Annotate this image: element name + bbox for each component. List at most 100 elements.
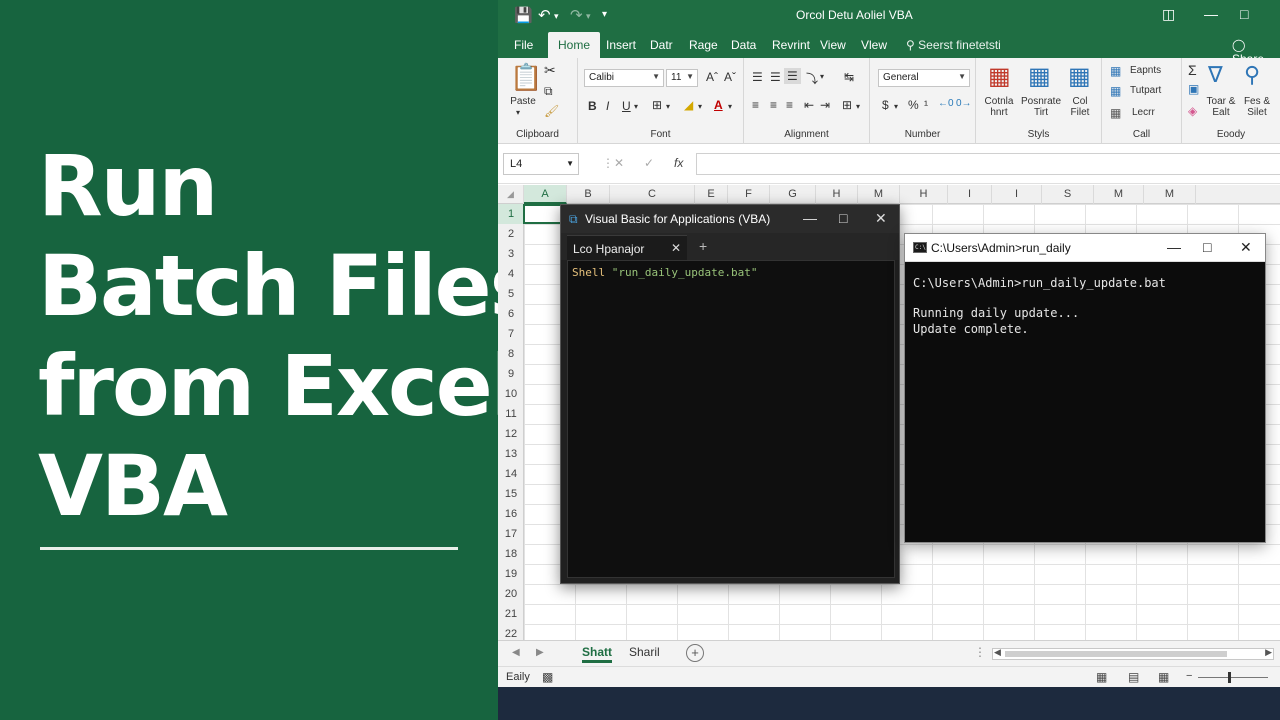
- italic-button[interactable]: I: [606, 99, 609, 113]
- find-select-icon[interactable]: ⚲: [1244, 62, 1260, 88]
- number-format-select[interactable]: General ▼: [878, 69, 970, 87]
- row-header[interactable]: 21: [498, 604, 524, 624]
- tab-view[interactable]: View: [820, 38, 846, 52]
- normal-view-icon[interactable]: ▦: [1096, 670, 1107, 684]
- column-header[interactable]: H: [816, 185, 858, 204]
- comma-icon[interactable]: ¹: [924, 98, 928, 112]
- column-header[interactable]: F: [728, 185, 770, 204]
- tab-data[interactable]: Data: [731, 38, 756, 52]
- paste-icon[interactable]: 📋: [510, 62, 542, 93]
- add-sheet-icon[interactable]: +: [686, 644, 704, 662]
- paste-dropdown-icon[interactable]: ▾: [516, 108, 520, 117]
- autosum-icon[interactable]: Σ: [1188, 62, 1197, 78]
- align-right-icon[interactable]: ≡: [786, 98, 793, 112]
- font-color-dropdown-icon[interactable]: ▾: [728, 102, 732, 111]
- cancel-icon[interactable]: ✕: [614, 156, 624, 170]
- format-as-table-button[interactable]: Posnrate Tirt: [1020, 96, 1062, 118]
- prev-sheet-icon[interactable]: ◀: [512, 647, 520, 658]
- sheet-tab[interactable]: Sharil: [629, 645, 660, 659]
- format-cells-icon[interactable]: ▦: [1110, 106, 1121, 120]
- column-header[interactable]: M: [858, 185, 900, 204]
- cell-styles-icon[interactable]: ▦: [1068, 62, 1091, 91]
- column-header[interactable]: G: [770, 185, 816, 204]
- page-break-view-icon[interactable]: ▦: [1158, 670, 1169, 684]
- save-icon[interactable]: 💾: [514, 6, 533, 24]
- row-header[interactable]: 7: [498, 324, 524, 344]
- column-header[interactable]: S: [1042, 185, 1094, 204]
- tab-review[interactable]: Revrint: [772, 38, 810, 52]
- search-box[interactable]: ⚲ Seerst finetetsti: [906, 38, 1001, 52]
- row-header[interactable]: 4: [498, 264, 524, 284]
- zoom-out-icon[interactable]: −: [1186, 670, 1192, 682]
- insert-cells-button[interactable]: Eapnts: [1130, 65, 1161, 76]
- vba-tab[interactable]: Lco Hpanajor ✕: [567, 235, 687, 260]
- merge-dropdown-icon[interactable]: ▾: [856, 102, 860, 111]
- font-size-select[interactable]: 11 ▼: [666, 69, 698, 87]
- horizontal-scrollbar[interactable]: ◀ ▶: [992, 647, 1274, 660]
- borders-icon[interactable]: ⊞: [652, 98, 662, 112]
- row-header[interactable]: 2: [498, 224, 524, 244]
- row-header[interactable]: 12: [498, 424, 524, 444]
- tab-page-layout[interactable]: Rage: [689, 38, 718, 52]
- next-sheet-icon[interactable]: ▶: [536, 647, 544, 658]
- row-header[interactable]: 6: [498, 304, 524, 324]
- maximize-icon[interactable]: □: [839, 210, 847, 226]
- vba-code-editor[interactable]: Shell "run_daily_update.bat": [567, 260, 895, 578]
- sort-filter-button[interactable]: Toar & Ealt: [1204, 96, 1238, 118]
- redo-dropdown-icon[interactable]: ▾: [586, 11, 591, 22]
- zoom-slider-knob[interactable]: [1228, 672, 1231, 683]
- tab-insert[interactable]: Insert: [606, 38, 636, 52]
- decrease-font-icon[interactable]: Aˇ: [724, 70, 736, 84]
- row-header[interactable]: 18: [498, 544, 524, 564]
- scroll-left-icon[interactable]: ◀: [994, 647, 1001, 658]
- orientation-icon[interactable]: ⤵: [806, 70, 818, 87]
- bold-button[interactable]: B: [588, 99, 597, 113]
- fill-color-icon[interactable]: ◢: [684, 98, 693, 112]
- accessibility-icon[interactable]: ▩: [542, 670, 553, 684]
- orientation-dropdown-icon[interactable]: ▾: [820, 72, 824, 81]
- sheet-options-icon[interactable]: ⋮: [974, 645, 986, 659]
- sheet-tab-active[interactable]: Shatt: [582, 645, 612, 663]
- borders-dropdown-icon[interactable]: ▾: [666, 102, 670, 111]
- row-header[interactable]: 11: [498, 404, 524, 424]
- fill-dropdown-icon[interactable]: ▾: [698, 102, 702, 111]
- underline-button[interactable]: U: [622, 99, 631, 113]
- row-header[interactable]: 1: [498, 204, 524, 224]
- clear-icon[interactable]: ◈: [1188, 104, 1197, 118]
- delete-cells-icon[interactable]: ▦: [1110, 84, 1121, 98]
- tab-home[interactable]: Home: [548, 32, 601, 59]
- close-icon[interactable]: ✕: [875, 210, 887, 227]
- row-header[interactable]: 10: [498, 384, 524, 404]
- cut-icon[interactable]: ✂: [544, 62, 556, 79]
- currency-icon[interactable]: $: [882, 98, 889, 112]
- merge-center-icon[interactable]: ⊞: [842, 98, 852, 112]
- copy-icon[interactable]: ⧉: [544, 84, 553, 99]
- formula-input[interactable]: [696, 153, 1280, 175]
- ribbon-display-icon[interactable]: ◫: [1162, 6, 1175, 23]
- paste-button[interactable]: Paste: [508, 96, 538, 107]
- customize-quick-access-icon[interactable]: ▾: [602, 9, 607, 20]
- increase-indent-icon[interactable]: ⇥: [820, 98, 830, 112]
- currency-dropdown-icon[interactable]: ▾: [894, 102, 898, 111]
- row-header[interactable]: 16: [498, 504, 524, 524]
- align-center-icon[interactable]: ≡: [770, 98, 777, 112]
- decrease-decimal-icon[interactable]: 0→: [956, 98, 972, 109]
- conditional-formatting-button[interactable]: Cotnla hnrt: [978, 96, 1020, 118]
- column-header[interactable]: M: [1094, 185, 1144, 204]
- row-header[interactable]: 3: [498, 244, 524, 264]
- delete-cells-button[interactable]: Tutpart: [1130, 85, 1161, 96]
- column-header[interactable]: M: [1144, 185, 1196, 204]
- maximize-icon[interactable]: □: [1203, 239, 1211, 255]
- scroll-right-icon[interactable]: ▶: [1265, 647, 1272, 658]
- conditional-formatting-icon[interactable]: ▦: [988, 62, 1011, 91]
- increase-font-icon[interactable]: Aˆ: [706, 70, 718, 84]
- row-header[interactable]: 14: [498, 464, 524, 484]
- row-header[interactable]: 15: [498, 484, 524, 504]
- row-header[interactable]: 8: [498, 344, 524, 364]
- row-header[interactable]: 19: [498, 564, 524, 584]
- column-header[interactable]: E: [695, 185, 728, 204]
- insert-function-icon[interactable]: fx: [674, 156, 683, 170]
- decrease-indent-icon[interactable]: ⇤: [804, 98, 814, 112]
- select-all-corner[interactable]: ◢: [498, 185, 524, 204]
- underline-dropdown-icon[interactable]: ▾: [634, 102, 638, 111]
